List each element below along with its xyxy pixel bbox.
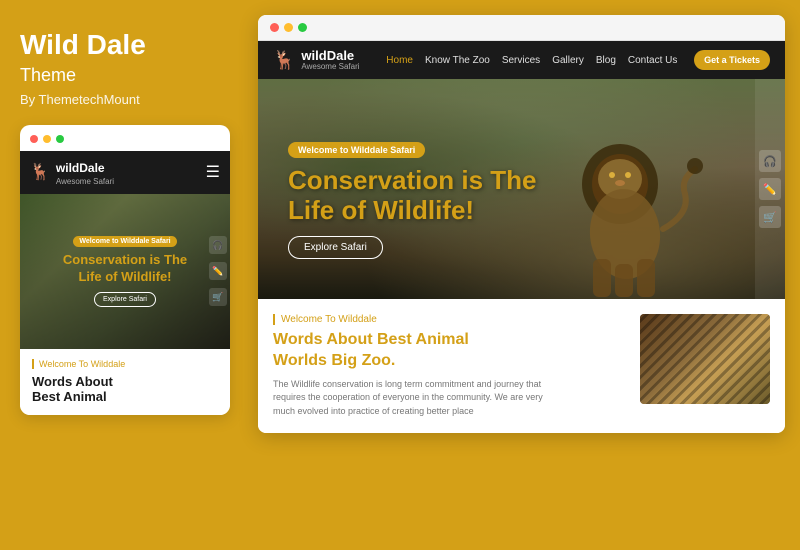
mobile-headphone-icon[interactable]: 🎧	[209, 236, 227, 254]
tiger-pattern	[640, 314, 770, 404]
desktop-explore-button[interactable]: Explore Safari	[288, 236, 383, 259]
left-panel: Wild Dale Theme By ThemetechMount 🦌 wild…	[0, 0, 243, 550]
right-panel: 🦌 wildDale Awesome Safari Home Know The …	[243, 0, 800, 550]
mobile-welcome-tag: Welcome To Wilddale	[32, 359, 218, 369]
nav-link-services[interactable]: Services	[502, 55, 540, 66]
desktop-big-zoo: Big Zoo.	[331, 352, 395, 369]
desktop-logo-sub: Awesome Safari	[301, 62, 359, 71]
nav-link-home[interactable]: Home	[386, 55, 413, 66]
app-title: Wild Dale	[20, 30, 223, 61]
desktop-headphone-icon[interactable]: 🎧	[759, 150, 781, 172]
desktop-words-body: The Wildlife conservation is long term c…	[273, 378, 553, 419]
desktop-bottom-section: Welcome To Wilddale Words About Best Ani…	[258, 299, 785, 433]
mobile-mockup: 🦌 wildDale Awesome Safari ☰ Welcome to W…	[20, 125, 230, 415]
desktop-hero-headline: Conservation is The Life of Wildlife!	[288, 166, 537, 226]
desktop-logo-text: wildDale	[301, 49, 359, 62]
mobile-explore-button[interactable]: Explore Safari	[94, 292, 156, 307]
desktop-tiger-image	[640, 314, 770, 404]
mobile-logo-text: wildDale	[56, 161, 105, 175]
mobile-hero-badge: Welcome to Wilddale Safari	[73, 236, 176, 247]
desktop-cart-icon[interactable]: 🛒	[759, 206, 781, 228]
desktop-mockup: 🦌 wildDale Awesome Safari Home Know The …	[258, 15, 785, 433]
mobile-bottom-section: Welcome To Wilddale Words About Best Ani…	[20, 349, 230, 415]
desktop-dot-yellow	[284, 23, 293, 32]
mobile-words-text: Words About Best Animal	[32, 374, 218, 405]
desktop-logo: 🦌 wildDale Awesome Safari	[273, 49, 360, 71]
ticket-button[interactable]: Get a Tickets	[694, 50, 770, 70]
lion-silhouette	[545, 119, 705, 299]
desktop-hero-badge: Welcome to Wilddale Safari	[288, 142, 425, 158]
mobile-edit-icon[interactable]: ✏️	[209, 262, 227, 280]
mobile-nav: 🦌 wildDale Awesome Safari ☰	[20, 151, 230, 194]
mobile-logo: 🦌 wildDale Awesome Safari	[30, 159, 114, 186]
mobile-hero: Welcome to Wilddale Safari Conservation …	[20, 194, 230, 349]
nav-link-contact[interactable]: Contact Us	[628, 55, 677, 66]
mobile-cart-icon[interactable]: 🛒	[209, 288, 227, 306]
desktop-hero-content: Welcome to Wilddale Safari Conservation …	[288, 140, 537, 259]
mobile-window-controls	[20, 135, 230, 151]
desktop-welcome-tag: Welcome To Wilddale	[273, 314, 625, 325]
desktop-window-controls	[258, 15, 785, 41]
desktop-logo-icon: 🦌	[273, 50, 295, 71]
nav-link-zoo[interactable]: Know The Zoo	[425, 55, 490, 66]
mobile-hero-text: Conservation is The Life of Wildlife!	[63, 252, 187, 286]
mobile-hamburger-icon[interactable]: ☰	[206, 162, 220, 182]
desktop-hero-sidebar: 🎧 ✏️ 🛒	[755, 79, 785, 299]
mobile-dot-green	[56, 135, 64, 143]
desktop-dot-green	[298, 23, 307, 32]
mobile-sidebar-icons: 🎧 ✏️ 🛒	[209, 194, 230, 349]
mobile-dot-yellow	[43, 135, 51, 143]
desktop-bottom-text: Welcome To Wilddale Words About Best Ani…	[273, 314, 625, 418]
mobile-logo-sub: Awesome Safari	[56, 177, 114, 186]
desktop-nav-links: Home Know The Zoo Services Gallery Blog …	[380, 55, 685, 66]
mobile-logo-icon: 🦌	[30, 162, 50, 182]
hero-highlight: Wildlife!	[373, 195, 474, 225]
app-by: By ThemetechMount	[20, 92, 223, 107]
desktop-dot-red	[270, 23, 279, 32]
nav-link-gallery[interactable]: Gallery	[552, 55, 584, 66]
desktop-edit-icon[interactable]: ✏️	[759, 178, 781, 200]
nav-link-blog[interactable]: Blog	[596, 55, 616, 66]
desktop-words-title: Words About Best Animal Worlds Big Zoo.	[273, 330, 625, 372]
app-subtitle: Theme	[20, 65, 223, 86]
mobile-dot-red	[30, 135, 38, 143]
desktop-hero: Welcome to Wilddale Safari Conservation …	[258, 79, 785, 299]
desktop-nav: 🦌 wildDale Awesome Safari Home Know The …	[258, 41, 785, 79]
